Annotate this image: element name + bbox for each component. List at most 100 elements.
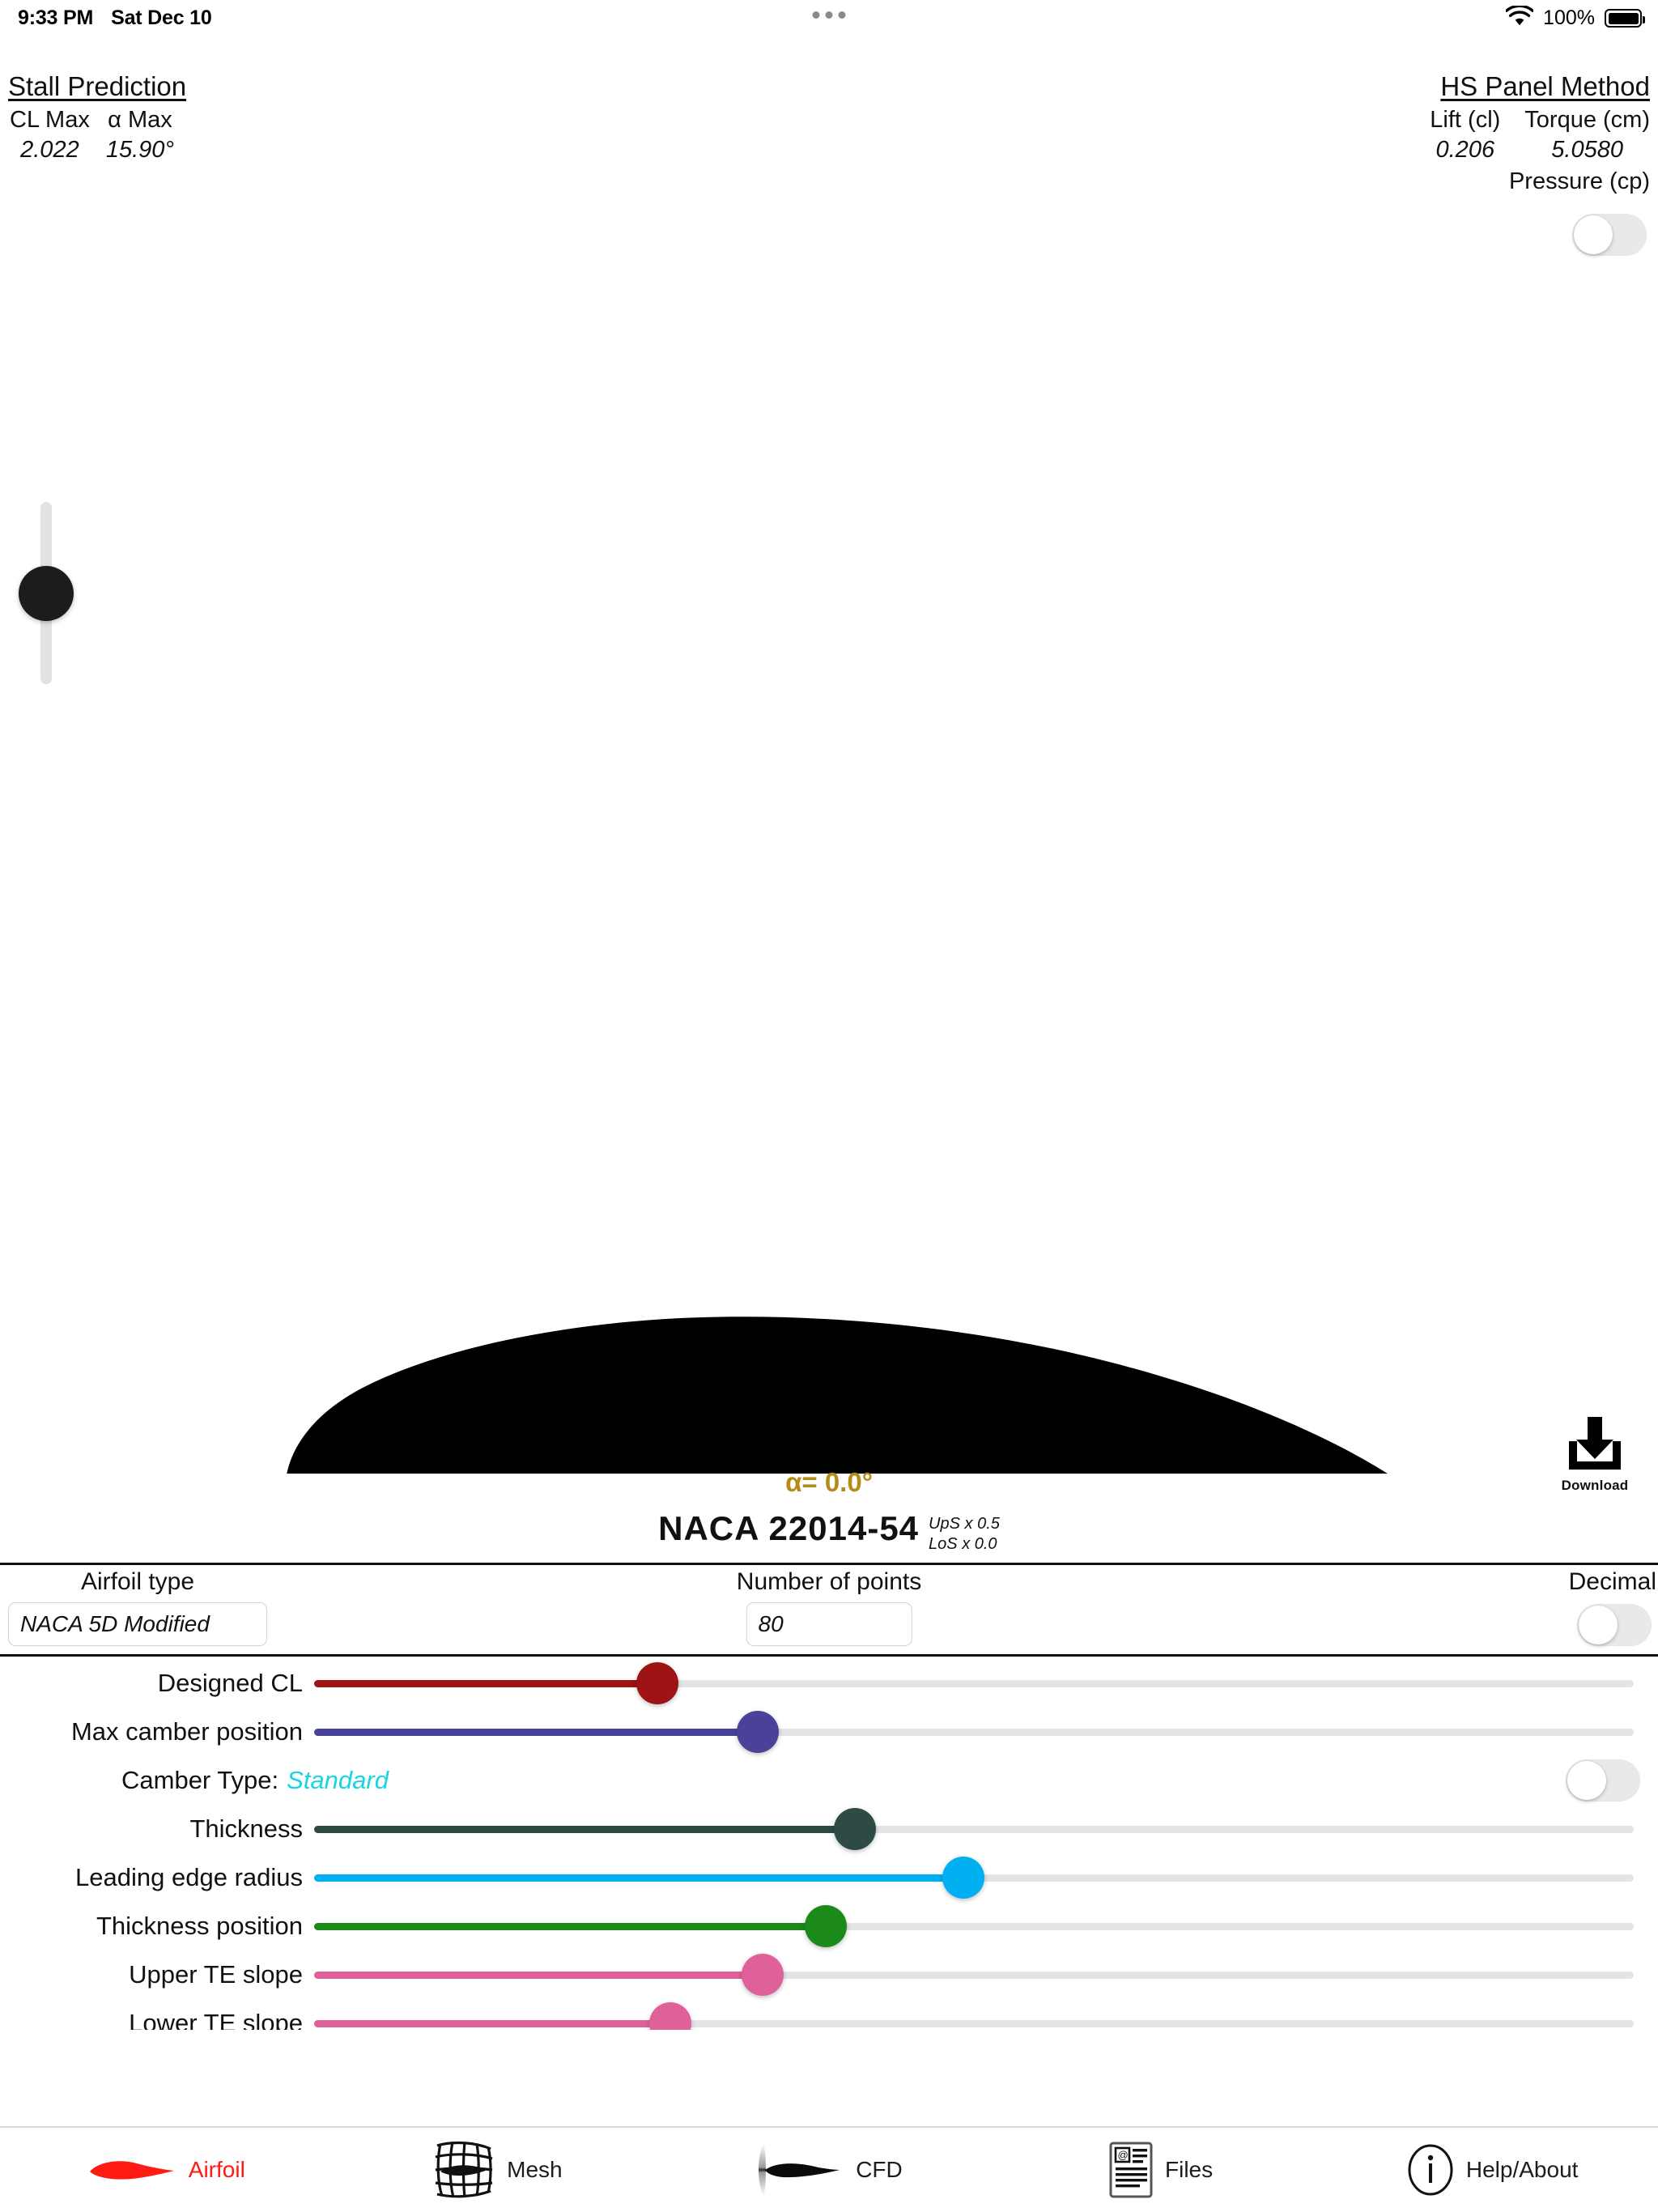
number-of-points-input[interactable]: 80 <box>746 1602 912 1646</box>
slider-row-designed-cl[interactable]: Designed CL <box>0 1659 1658 1708</box>
decimal-label: Decimal <box>1568 1568 1656 1595</box>
slider-row-thickness-position[interactable]: Thickness position <box>0 1902 1658 1950</box>
naca-designation: NACA 22014-54 <box>658 1509 920 1547</box>
status-bar-right: 100% <box>1505 4 1645 31</box>
slider-row-leading-edge-radius[interactable]: Leading edge radius <box>0 1853 1658 1902</box>
slider-max-camber-position[interactable] <box>314 1708 1634 1756</box>
scale-upper: UpS x 0.5 <box>929 1515 1000 1533</box>
metric-label: Torque (cm) <box>1524 107 1650 133</box>
hs-panel-metrics: Lift (cl) 0.206 Torque (cm) 5.0580 <box>1430 105 1650 164</box>
slider-fill <box>314 1972 763 1979</box>
slider-thumb[interactable] <box>805 1905 848 1947</box>
handle-dot <box>812 11 820 19</box>
slider-thumb[interactable] <box>942 1857 984 1899</box>
controls-mid-divider <box>0 1654 1658 1657</box>
airfoil-viewer[interactable] <box>0 453 1658 1474</box>
tab-label: Mesh <box>507 2157 563 2182</box>
slider-label: Leading edge radius <box>75 1863 303 1891</box>
airfoil-type-group: Airfoil type NACA 5D Modified <box>8 1568 267 1646</box>
camber-type-row[interactable]: Camber Type: Standard <box>0 1756 1658 1805</box>
status-bar: 9:33 PM Sat Dec 10 100% <box>0 0 1658 42</box>
metric-value: 15.90° <box>105 136 175 163</box>
number-of-points-label: Number of points <box>736 1568 922 1595</box>
tab-label: CFD <box>856 2157 903 2182</box>
slider-fill <box>314 1874 963 1882</box>
slider-row-max-camber-position[interactable]: Max camber position <box>0 1708 1658 1756</box>
scale-factors: UpS x 0.5 LoS x 0.0 <box>929 1514 1000 1555</box>
slider-label: Thickness <box>189 1814 303 1843</box>
slider-fill <box>314 1826 856 1833</box>
airfoil-shape <box>287 1317 1388 1474</box>
slider-leading-edge-radius[interactable] <box>314 1853 1634 1902</box>
slider-thumb[interactable] <box>834 1808 877 1850</box>
slider-label: Upper TE slope <box>129 1960 303 1989</box>
airfoil-type-label: Airfoil type <box>80 1568 195 1595</box>
toggle-knob <box>1574 215 1613 254</box>
slider-thumb[interactable] <box>736 1711 779 1753</box>
metric-label: CL Max <box>10 107 90 133</box>
naca-designation-line: NACA 22014-54 UpS x 0.5 LoS x 0.0 <box>0 1509 1658 1555</box>
pressure-label: Pressure (cp) <box>1508 168 1650 195</box>
multitask-handle[interactable] <box>812 11 846 19</box>
slider-label: Thickness position <box>96 1912 303 1940</box>
battery-fill <box>1608 12 1639 24</box>
tab-label: Airfoil <box>188 2157 245 2182</box>
slider-thickness-position[interactable] <box>314 1902 1634 1950</box>
mesh-icon <box>432 2139 495 2201</box>
tab-bar: Airfoil Mesh CFD @ Files Help/About <box>0 2128 1658 2212</box>
scale-lower: LoS x 0.0 <box>929 1535 997 1553</box>
slider-fill <box>314 1729 758 1736</box>
tab-help-about[interactable]: Help/About <box>1326 2128 1658 2212</box>
decimal-toggle[interactable] <box>1577 1604 1652 1646</box>
pressure-toggle-wrap <box>1572 214 1647 260</box>
wifi-icon <box>1505 4 1534 31</box>
metric-value: 5.0580 <box>1551 136 1623 163</box>
app-root: 9:33 PM Sat Dec 10 100% Stall Prediction <box>0 0 1658 2212</box>
metric-label: Lift (cl) <box>1430 107 1501 133</box>
parameter-slider-list[interactable]: Designed CL Max camber position Camber T… <box>0 1659 1658 2030</box>
status-date: Sat Dec 10 <box>111 6 212 29</box>
stall-prediction-title: Stall Prediction <box>8 71 187 101</box>
slider-row-lower-te-slope[interactable]: Lower TE slope <box>0 1999 1658 2030</box>
slider-label: Designed CL <box>157 1669 303 1697</box>
metric-alpha-max: α Max 15.90° <box>106 105 174 164</box>
slider-row-thickness[interactable]: Thickness <box>0 1805 1658 1853</box>
slider-fill <box>314 1923 827 1930</box>
handle-dot <box>825 11 833 19</box>
slider-thumb[interactable] <box>649 2002 692 2030</box>
slider-lower-te-slope[interactable] <box>314 1999 1634 2030</box>
tab-label: Help/About <box>1465 2157 1579 2182</box>
slider-thumb[interactable] <box>742 1954 784 1996</box>
toggle-knob <box>1567 1761 1606 1800</box>
slider-row-upper-te-slope[interactable]: Upper TE slope <box>0 1950 1658 1999</box>
pressure-toggle[interactable] <box>1572 214 1647 256</box>
slider-designed-cl[interactable] <box>314 1659 1634 1708</box>
slider-thumb[interactable] <box>636 1662 678 1704</box>
status-bar-left: 9:33 PM Sat Dec 10 <box>18 6 212 30</box>
tab-cfd[interactable]: CFD <box>663 2128 995 2212</box>
tab-airfoil[interactable]: Airfoil <box>0 2128 332 2212</box>
hs-panel-method-panel: HS Panel Method Lift (cl) 0.206 Torque (… <box>1430 71 1650 195</box>
svg-text:@: @ <box>1118 2149 1129 2161</box>
toggle-knob <box>1579 1606 1618 1644</box>
tab-files[interactable]: @ Files <box>995 2128 1327 2212</box>
camber-type-toggle[interactable] <box>1566 1759 1640 1802</box>
number-of-points-group: Number of points 80 <box>737 1568 921 1646</box>
airfoil-type-input[interactable]: NACA 5D Modified <box>8 1602 267 1646</box>
cfd-icon <box>755 2141 844 2199</box>
battery-percent: 100% <box>1543 6 1595 29</box>
slider-upper-te-slope[interactable] <box>314 1950 1634 1999</box>
stall-prediction-panel: Stall Prediction CL Max 2.022 α Max 15.9… <box>8 71 186 164</box>
slider-fill <box>314 2020 671 2027</box>
slider-thickness[interactable] <box>314 1805 1634 1853</box>
info-icon <box>1406 2143 1455 2197</box>
battery-full-icon <box>1605 9 1645 28</box>
tab-mesh[interactable]: Mesh <box>332 2128 664 2212</box>
stall-prediction-metrics: CL Max 2.022 α Max 15.90° <box>8 105 186 164</box>
airfoil-icon <box>87 2154 177 2186</box>
camber-type-value: Standard <box>287 1766 389 1794</box>
controls-header: Airfoil type NACA 5D Modified Number of … <box>0 1565 1658 1653</box>
slider-label: Lower TE slope <box>129 2009 303 2030</box>
metric-lift: Lift (cl) 0.206 <box>1430 105 1500 164</box>
controls-panel: Airfoil type NACA 5D Modified Number of … <box>0 1565 1658 2083</box>
